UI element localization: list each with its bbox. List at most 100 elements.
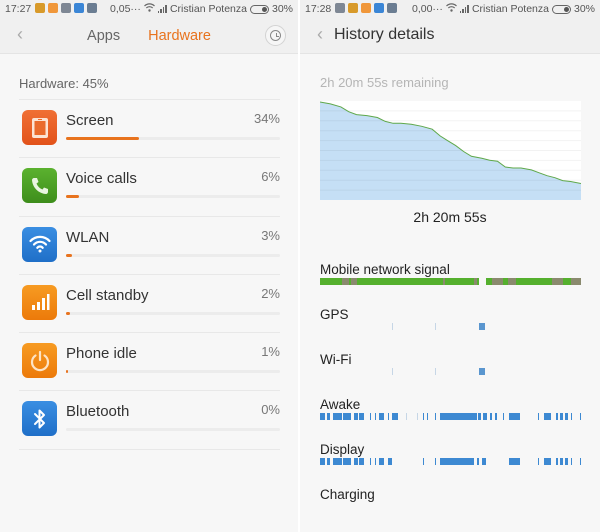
track-label-gps: GPS	[320, 307, 349, 322]
wifi-status-icon	[446, 3, 457, 15]
hardware-item-cell-standby[interactable]: Cell standby 2%	[19, 275, 280, 334]
tab-apps[interactable]: Apps	[87, 28, 120, 44]
phone-icon	[22, 168, 57, 204]
track-segment	[440, 458, 474, 465]
track-segment	[481, 458, 486, 465]
track-segment	[560, 458, 563, 465]
cell-signal-icon	[157, 5, 167, 13]
remaining-time-label: 2h 20m 55s remaining	[320, 75, 449, 90]
blue-app-notification-icon	[374, 2, 385, 13]
track-segment	[342, 278, 349, 285]
power-icon	[22, 343, 57, 379]
tab-hardware[interactable]: Hardware	[148, 28, 211, 44]
carrier-name: Cristian Potenza	[471, 3, 549, 15]
track-segment	[552, 278, 563, 285]
track-segment	[343, 458, 352, 465]
track-segment	[343, 413, 352, 420]
blue-app-notification-icon	[74, 2, 85, 13]
track-segment	[416, 413, 418, 420]
hardware-item-screen[interactable]: Screen 34%	[19, 100, 280, 159]
track-segment	[544, 458, 551, 465]
cell-signal-icon	[459, 5, 469, 13]
notification-icons	[335, 2, 400, 16]
track-segment	[333, 413, 343, 420]
track-segment	[560, 413, 563, 420]
track-segment	[391, 323, 393, 330]
carrier-name: Cristian Potenza	[169, 3, 247, 15]
status-bar: 17:27 0,05··· Cristian Potenza 30%	[0, 0, 298, 18]
screen-icon	[22, 110, 57, 145]
game-notification-icon	[348, 2, 359, 13]
battery-percent: 30%	[573, 3, 595, 15]
track-wi-fi	[320, 368, 581, 375]
battery-icon	[249, 4, 269, 14]
track-mobile-network-signal	[320, 278, 581, 285]
tab-bar: Apps Hardware	[0, 18, 298, 54]
hardware-name: Screen	[66, 112, 114, 129]
data-speed: 0,00···	[412, 3, 443, 15]
app-header: Apps Hardware ‹	[0, 18, 298, 54]
track-segment	[579, 458, 581, 465]
hardware-name: Voice calls	[66, 170, 137, 188]
track-segment	[494, 413, 498, 420]
hardware-item-voice-calls[interactable]: Voice calls 6%	[19, 158, 280, 217]
hardware-list: Screen 34% Voice calls 6% WLAN 3% Cell s…	[19, 99, 280, 450]
battery-percent: 30%	[271, 3, 293, 15]
data-speed: 0,05···	[110, 3, 141, 15]
hardware-percent: 3%	[261, 227, 280, 243]
signal-bars-icon	[22, 284, 57, 320]
track-segment	[353, 458, 358, 465]
game-notification-icon	[35, 2, 46, 13]
hardware-item-wlan[interactable]: WLAN 3%	[19, 217, 280, 275]
track-segment	[476, 458, 480, 465]
usage-bar-track	[66, 195, 280, 199]
hardware-total-label: Hardware: 45%	[19, 76, 109, 91]
track-charging	[320, 503, 581, 510]
hardware-percent: 0%	[261, 402, 280, 418]
track-segment	[320, 413, 326, 420]
track-segment	[479, 368, 485, 375]
track-label-charging: Charging	[320, 487, 375, 502]
hardware-percent: 1%	[261, 344, 280, 360]
track-segment	[320, 458, 326, 465]
hardware-item-bluetooth[interactable]: Bluetooth 0%	[19, 391, 280, 450]
track-segment	[477, 413, 481, 420]
track-segment	[423, 458, 425, 465]
track-segment	[502, 413, 504, 420]
track-segment	[434, 458, 437, 465]
track-gps	[320, 323, 581, 330]
track-segment	[440, 413, 477, 420]
track-segment	[544, 413, 551, 420]
track-segment	[479, 323, 485, 330]
track-label-wi-fi: Wi-Fi	[320, 352, 352, 367]
track-segment	[378, 458, 384, 465]
message-notification-icon	[87, 2, 98, 13]
track-segment	[579, 413, 581, 420]
back-chevron-icon[interactable]: ‹	[312, 24, 328, 45]
history-details-screen: 17:28 0,00··· Cristian Potenza 30% ‹ His…	[300, 0, 600, 532]
track-segment	[570, 278, 581, 285]
track-segment	[369, 458, 371, 465]
history-button[interactable]	[265, 25, 286, 46]
track-segment	[483, 413, 488, 420]
total-time-label: 2h 20m 55s	[413, 209, 487, 225]
hardware-name: Bluetooth	[66, 403, 130, 421]
track-segment	[434, 323, 436, 330]
back-chevron-icon[interactable]: ‹	[12, 24, 28, 45]
hardware-name: WLAN	[66, 228, 110, 246]
message-notification-icon	[387, 2, 398, 13]
track-segment	[442, 278, 446, 285]
usage-bar-track	[66, 253, 280, 257]
hardware-item-phone-idle[interactable]: Phone idle 1%	[19, 333, 280, 392]
usage-bar-track	[66, 428, 280, 432]
track-segment	[369, 413, 371, 420]
track-segment	[434, 413, 437, 420]
track-segment	[374, 458, 377, 465]
track-segment	[537, 413, 540, 420]
usage-bar-fill	[66, 253, 73, 257]
track-segment	[351, 278, 357, 285]
track-label-awake: Awake	[320, 397, 361, 412]
track-segment	[556, 413, 558, 420]
track-segment	[359, 458, 365, 465]
hardware-name: Cell standby	[66, 286, 149, 304]
